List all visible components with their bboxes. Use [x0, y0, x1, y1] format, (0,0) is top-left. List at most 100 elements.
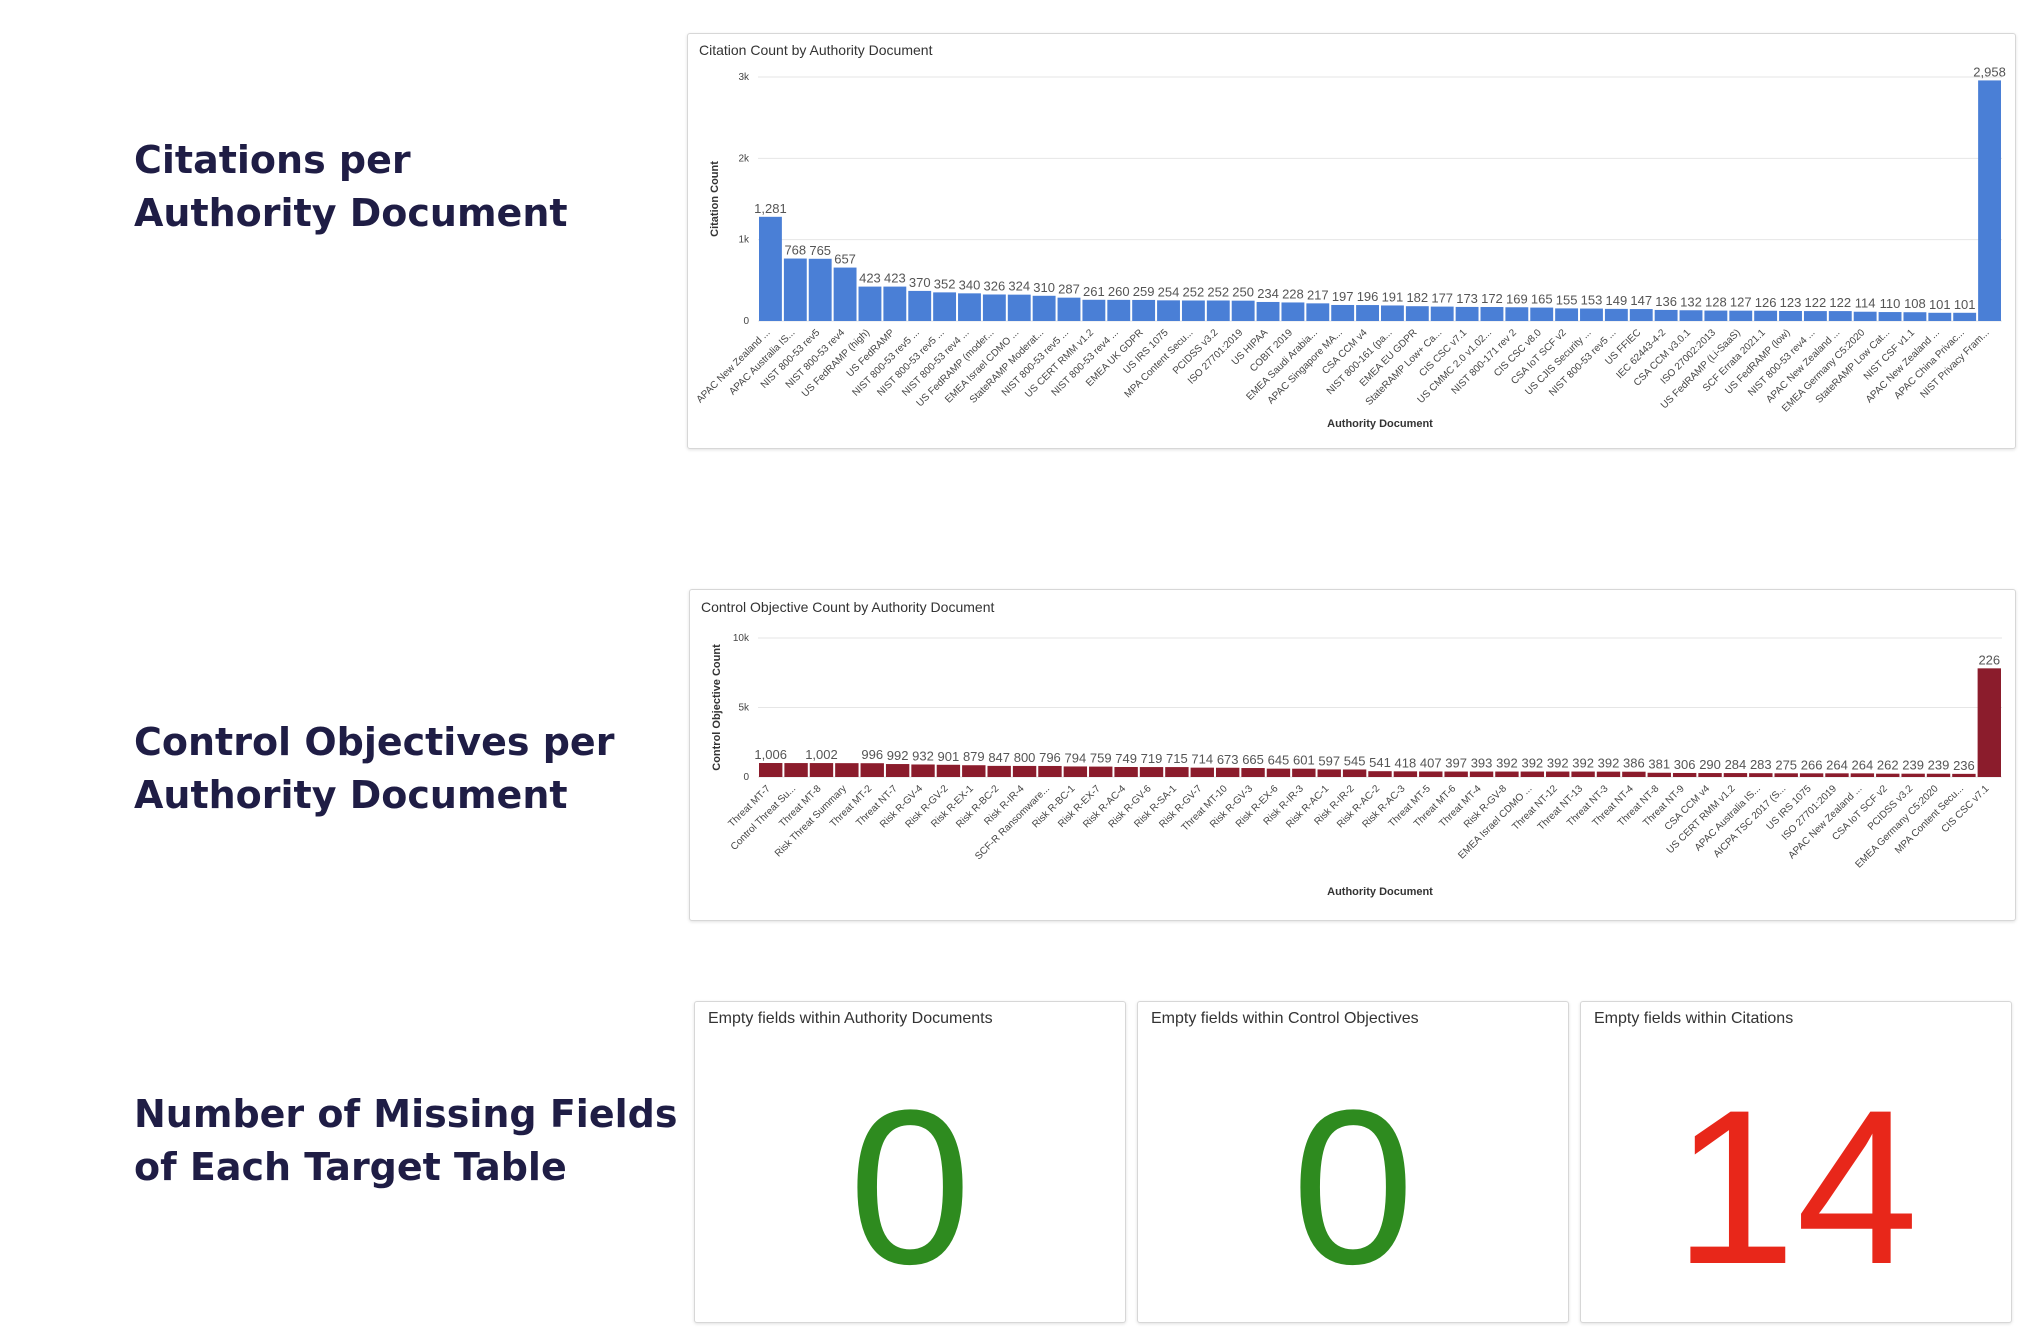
data-label: 759 [1090, 751, 1112, 766]
bar [1114, 767, 1138, 777]
data-label: 932 [912, 748, 934, 763]
bar [1505, 307, 1529, 321]
bar [1281, 302, 1305, 321]
section-title-line: Authority Document [134, 773, 568, 817]
data-label: 173 [1456, 291, 1478, 306]
section-title-citations: Citations per Authority Document [134, 134, 568, 240]
data-label: 392 [1598, 756, 1620, 771]
chart-title: Control Objective Count by Authority Doc… [701, 599, 995, 615]
bar [1749, 773, 1773, 777]
data-label: 172 [1481, 291, 1503, 306]
bar [1231, 300, 1255, 321]
data-label: 768 [784, 243, 806, 258]
bar [1679, 310, 1703, 321]
data-label: 847 [988, 750, 1010, 765]
bar [1580, 308, 1603, 321]
y-tick-label: 0 [743, 772, 749, 783]
data-label: 126 [1755, 295, 1777, 310]
bar [1723, 773, 1748, 777]
data-label: 254 [1158, 284, 1180, 299]
bar [1038, 765, 1062, 777]
bar [1032, 295, 1056, 321]
data-label: 165 [1531, 292, 1553, 307]
data-label: 879 [963, 749, 985, 764]
data-label: 392 [1521, 756, 1543, 771]
data-label: 381 [1648, 757, 1670, 772]
bar [1596, 771, 1621, 777]
bar [1799, 773, 1824, 777]
data-label: 155 [1556, 292, 1578, 307]
bar [1342, 769, 1367, 777]
data-label: 657 [834, 252, 856, 267]
data-label: 122 [1805, 295, 1827, 310]
data-label: 128 [1705, 295, 1727, 310]
data-label: 306 [1674, 757, 1696, 772]
bar [1405, 306, 1429, 321]
data-label: 196 [1357, 289, 1379, 304]
bar [1546, 771, 1570, 777]
bar [858, 286, 882, 321]
bar [1455, 306, 1479, 321]
bar [1853, 311, 1877, 321]
bar [809, 763, 834, 777]
bar [1082, 299, 1106, 321]
bar [1007, 294, 1031, 321]
bar [1803, 311, 1827, 321]
citation-count-chart-panel: 0 1k 2k 3k 1,281 APAC New Zealand ... 768 APAC … [687, 33, 2016, 449]
bar [1704, 310, 1728, 321]
bar [962, 765, 986, 777]
data-label: 260 [1108, 284, 1130, 299]
section-title-line: of Each Target Table [134, 1145, 567, 1189]
data-label: 275 [1775, 757, 1797, 772]
bar [883, 286, 907, 321]
bar [1825, 773, 1849, 777]
kpi-card-citations: Empty fields within Citations 14 [1580, 1001, 2012, 1323]
data-label: 992 [887, 748, 909, 763]
bar [1647, 772, 1671, 777]
kpi-title: Empty fields within Control Objectives [1151, 1010, 1419, 1027]
data-label: 645 [1268, 753, 1290, 768]
bar [1520, 771, 1545, 777]
data-label: 901 [938, 749, 960, 764]
y-tick-label: 5k [738, 703, 750, 714]
bar [1878, 312, 1902, 321]
data-label: 665 [1242, 752, 1264, 767]
bar [1876, 773, 1900, 777]
section-title-missing-fields: Number of Missing Fields of Each Target … [134, 1088, 677, 1194]
data-label: 252 [1183, 285, 1205, 300]
data-label: 1,002 [805, 747, 838, 762]
bar [1629, 309, 1653, 321]
data-label: 392 [1572, 756, 1594, 771]
bar [1266, 768, 1291, 777]
data-label: 324 [1008, 279, 1030, 294]
data-label: 169 [1506, 291, 1528, 306]
bar [1181, 300, 1205, 321]
bar [1419, 771, 1443, 777]
bar [1292, 768, 1316, 777]
data-label: 283 [1750, 757, 1772, 772]
bar [1480, 307, 1504, 321]
bar [1977, 668, 2001, 777]
data-label: 397 [1445, 756, 1467, 771]
bar [958, 293, 981, 321]
bar [1256, 301, 1280, 321]
data-label: 392 [1547, 756, 1569, 771]
x-axis-title: Authority Document [1327, 418, 1433, 430]
data-label: 290 [1699, 757, 1721, 772]
data-label: 794 [1064, 750, 1086, 765]
section-title-line: Number of Missing Fields [134, 1092, 678, 1136]
bar [759, 216, 782, 321]
data-label: 2,958 [1973, 64, 2006, 79]
data-label: 153 [1581, 293, 1603, 308]
data-label: 147 [1630, 293, 1652, 308]
data-label: 370 [909, 275, 931, 290]
data-label: 108 [1904, 296, 1926, 311]
bar [1215, 767, 1240, 777]
bar [1469, 771, 1494, 777]
data-label: 228 [1282, 286, 1304, 301]
bar [936, 764, 961, 777]
data-label: 386 [1623, 756, 1645, 771]
citation-count-chart: 01k2k3k1,281APAC New Zealand ...768APAC … [695, 64, 2006, 430]
data-label: 101 [1929, 297, 1951, 312]
bar [1241, 768, 1265, 777]
